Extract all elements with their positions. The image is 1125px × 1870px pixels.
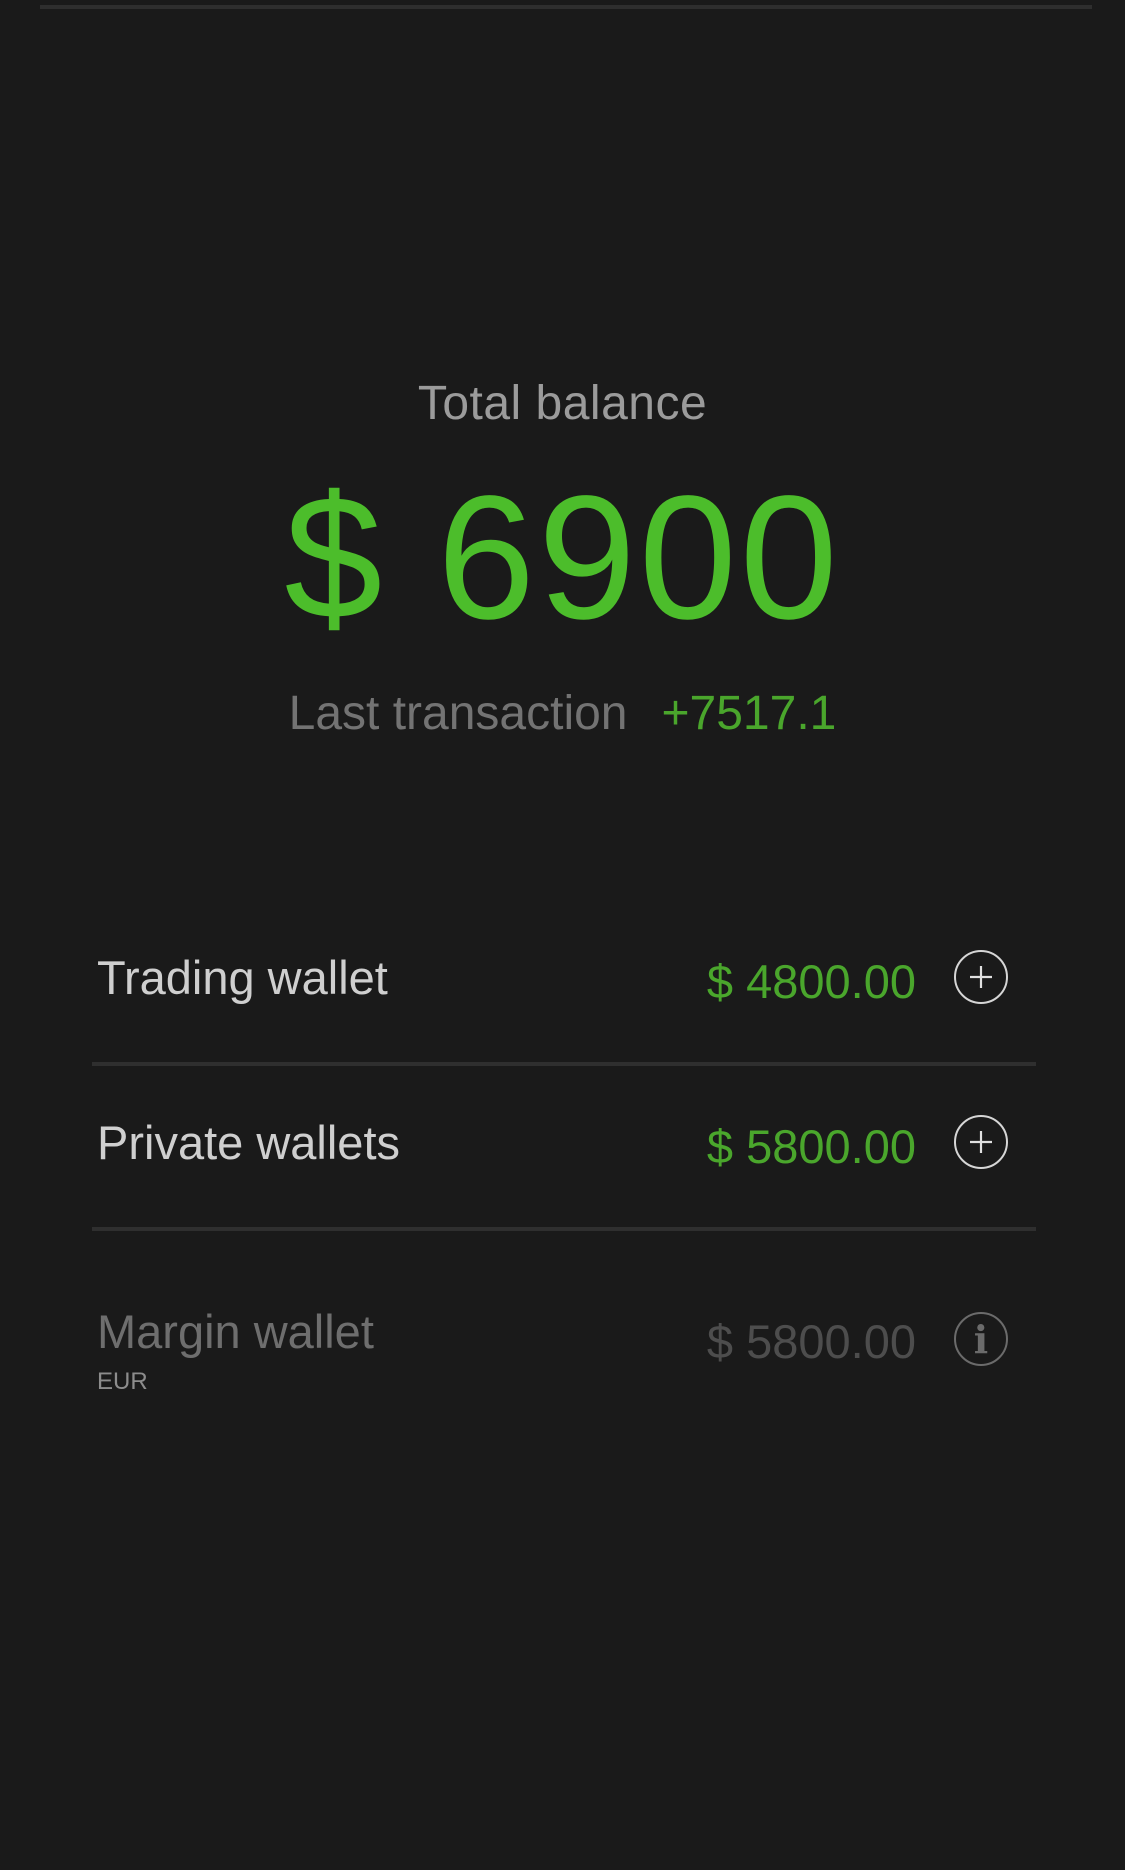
total-balance-label: Total balance	[417, 377, 708, 430]
last-transaction: Last transaction +7517.1	[0, 690, 1125, 738]
info-glyph: i	[973, 1317, 989, 1362]
total-balance-amount: $ 6900	[284, 460, 841, 656]
plus-circle-icon[interactable]	[954, 1115, 1008, 1169]
wallet-amount: $ 5800.00	[706, 1120, 916, 1173]
last-transaction-label: Last transaction	[288, 687, 628, 740]
info-icon[interactable]: i	[954, 1312, 1008, 1366]
top-divider	[40, 5, 1092, 9]
wallet-amount: $ 5800.00	[706, 1315, 916, 1368]
wallet-row-margin: Margin wallet EUR $ 5800.00 i	[92, 1286, 1036, 1416]
wallet-row-private[interactable]: Private wallets $ 5800.00	[92, 1097, 1036, 1231]
wallet-amount: $ 4800.00	[706, 955, 916, 1008]
plus-icon	[970, 966, 992, 988]
last-transaction-value: +7517.1	[661, 687, 837, 740]
wallet-row-trading[interactable]: Trading wallet $ 4800.00	[92, 932, 1036, 1066]
wallet-name: Private wallets	[97, 1116, 400, 1169]
wallet-currency: EUR	[97, 1368, 148, 1395]
wallet-name: Trading wallet	[97, 951, 388, 1004]
plus-icon	[970, 1131, 992, 1153]
plus-circle-icon[interactable]	[954, 950, 1008, 1004]
wallet-name: Margin wallet	[97, 1305, 374, 1358]
